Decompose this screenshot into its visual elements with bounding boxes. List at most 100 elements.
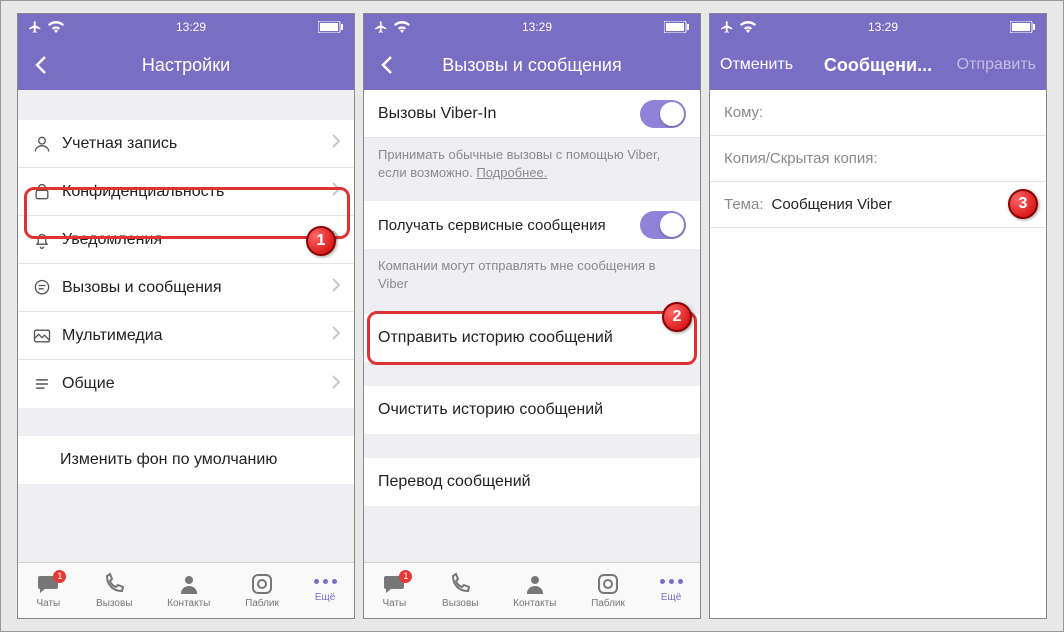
step-marker-1: 1 <box>306 226 336 256</box>
row-default-background[interactable]: Изменить фон по умолчанию <box>18 436 354 484</box>
tab-contacts[interactable]: Контакты <box>513 572 556 609</box>
tab-label: Ещё <box>315 592 335 603</box>
row-general[interactable]: Общие <box>18 360 354 408</box>
tab-calls[interactable]: Вызовы <box>96 572 132 609</box>
bell-icon <box>32 230 62 250</box>
tab-label: Паблик <box>591 598 625 609</box>
badge: 1 <box>53 570 66 583</box>
status-bar: 13:29 <box>364 14 700 40</box>
toggle-on[interactable] <box>640 211 686 239</box>
wifi-icon <box>48 21 64 33</box>
row-send-history[interactable]: Отправить историю сообщений <box>364 314 700 362</box>
chevron-right-icon <box>332 134 340 153</box>
row-service-messages[interactable]: Получать сервисные сообщения <box>364 201 700 249</box>
row-label: Учетная запись <box>62 135 332 153</box>
cancel-button[interactable]: Отменить <box>720 56 793 74</box>
phone-icon <box>102 572 126 596</box>
tab-label: Контакты <box>167 598 210 609</box>
field-to[interactable]: Кому: <box>710 90 1046 136</box>
public-icon <box>250 572 274 596</box>
learn-more-link[interactable]: Подробнее. <box>476 165 547 180</box>
header: Настройки <box>18 40 354 90</box>
airplane-icon <box>720 20 734 34</box>
row-privacy[interactable]: Конфиденциальность <box>18 168 354 216</box>
back-button[interactable] <box>28 52 54 78</box>
row-label: Изменить фон по умолчанию <box>60 451 340 469</box>
step-marker-3: 3 <box>1008 189 1038 219</box>
row-label: Вызовы Viber-In <box>378 105 640 123</box>
chevron-right-icon <box>332 326 340 345</box>
status-time: 13:29 <box>868 20 898 34</box>
back-button[interactable] <box>374 52 400 78</box>
send-button[interactable]: Отправить <box>957 56 1036 74</box>
hint-service: Компании могут отправлять мне сообщения … <box>364 249 700 296</box>
toggle-on[interactable] <box>640 100 686 128</box>
field-label: Кому: <box>724 104 763 121</box>
badge: 1 <box>399 570 412 583</box>
field-value: Сообщения Viber <box>772 196 892 213</box>
row-notifications[interactable]: Уведомления <box>18 216 354 264</box>
chevron-right-icon <box>332 375 340 394</box>
field-cc-bcc[interactable]: Копия/Скрытая копия: <box>710 136 1046 182</box>
tab-chats[interactable]: 1 Чаты <box>381 572 407 609</box>
row-label: Уведомления <box>62 231 332 249</box>
list-icon <box>32 374 62 394</box>
more-dots-icon <box>314 579 337 584</box>
contact-icon <box>523 572 547 596</box>
settings-list: Учетная запись Конфиденциальность Уведом… <box>18 90 354 562</box>
public-icon <box>596 572 620 596</box>
row-label: Вызовы и сообщения <box>62 279 332 297</box>
battery-icon <box>664 21 690 33</box>
phone-compose-mail: 13:29 Отменить Сообщени... Отправить Ком… <box>709 13 1047 619</box>
more-dots-icon <box>660 579 683 584</box>
compose-body: Кому: Копия/Скрытая копия: Тема: Сообщен… <box>710 90 1046 618</box>
wifi-icon <box>394 21 410 33</box>
phone-settings: 13:29 Настройки Учетная запись Конфиденц… <box>17 13 355 619</box>
tab-label: Чаты <box>36 598 60 609</box>
row-label: Перевод сообщений <box>378 473 686 491</box>
phone-calls-messages: 13:29 Вызовы и сообщения Вызовы Viber-In… <box>363 13 701 619</box>
row-media[interactable]: Мультимедиа <box>18 312 354 360</box>
row-label: Очистить историю сообщений <box>378 401 686 419</box>
tab-bar: 1 Чаты Вызовы Контакты Паблик Ещё <box>18 562 354 618</box>
tab-chats[interactable]: 1 Чаты <box>35 572 61 609</box>
chat-icon <box>32 278 62 298</box>
airplane-icon <box>28 20 42 34</box>
tab-public[interactable]: Паблик <box>245 572 279 609</box>
chevron-right-icon <box>332 182 340 201</box>
tab-label: Чаты <box>382 598 406 609</box>
tab-contacts[interactable]: Контакты <box>167 572 210 609</box>
tab-public[interactable]: Паблик <box>591 572 625 609</box>
row-account[interactable]: Учетная запись <box>18 120 354 168</box>
chevron-right-icon <box>332 278 340 297</box>
tab-label: Паблик <box>245 598 279 609</box>
row-viber-in[interactable]: Вызовы Viber-In <box>364 90 700 138</box>
tab-calls[interactable]: Вызовы <box>442 572 478 609</box>
hint-viber-in: Принимать обычные вызовы с помощью Viber… <box>364 138 700 185</box>
row-clear-history[interactable]: Очистить историю сообщений <box>364 386 700 434</box>
row-label: Общие <box>62 375 332 393</box>
field-subject[interactable]: Тема: Сообщения Viber <box>710 182 1046 228</box>
header: Отменить Сообщени... Отправить <box>710 40 1046 90</box>
tab-more[interactable]: Ещё <box>314 579 337 603</box>
status-time: 13:29 <box>176 20 206 34</box>
calls-messages-list: Вызовы Viber-In Принимать обычные вызовы… <box>364 90 700 562</box>
field-label: Тема: <box>724 196 764 213</box>
tab-label: Вызовы <box>96 598 132 609</box>
row-label: Конфиденциальность <box>62 183 332 201</box>
header-title: Сообщени... <box>824 55 932 76</box>
status-time: 13:29 <box>522 20 552 34</box>
tab-more[interactable]: Ещё <box>660 579 683 603</box>
header: Вызовы и сообщения <box>364 40 700 90</box>
row-label: Мультимедиа <box>62 327 332 345</box>
battery-icon <box>318 21 344 33</box>
row-calls-messages[interactable]: Вызовы и сообщения <box>18 264 354 312</box>
tab-label: Ещё <box>661 592 681 603</box>
wifi-icon <box>740 21 756 33</box>
tab-label: Контакты <box>513 598 556 609</box>
row-label: Отправить историю сообщений <box>378 329 686 347</box>
header-title: Настройки <box>142 55 230 76</box>
status-bar: 13:29 <box>710 14 1046 40</box>
person-icon <box>32 134 62 154</box>
row-translate[interactable]: Перевод сообщений <box>364 458 700 506</box>
